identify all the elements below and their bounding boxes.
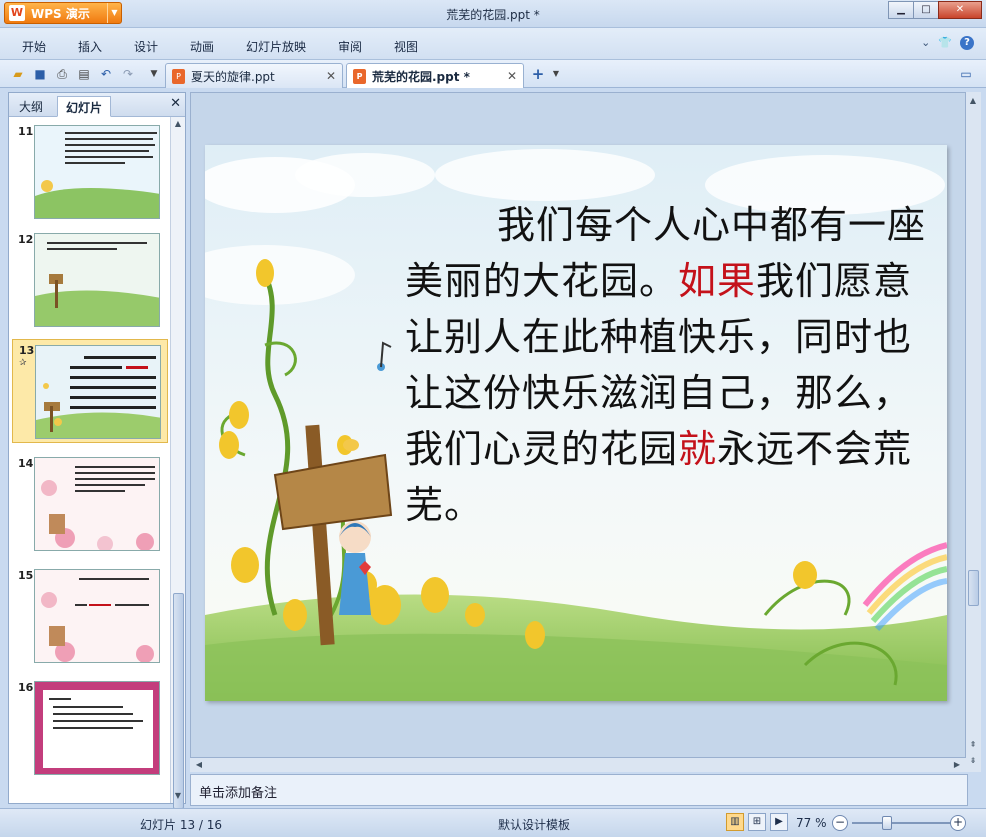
- tab-outline[interactable]: 大纲: [11, 96, 51, 117]
- notes-pane[interactable]: 单击添加备注: [190, 774, 968, 806]
- tab-slides[interactable]: 幻灯片: [57, 96, 112, 117]
- ribbon-collapse-icon[interactable]: ⌄: [921, 36, 930, 50]
- animation-star-icon: ✰: [19, 358, 27, 368]
- slide-sorter-view-icon[interactable]: ⊞: [748, 813, 766, 831]
- menu-slideshow[interactable]: 幻灯片放映: [246, 38, 306, 55]
- design-template-label: 默认设计模板: [498, 818, 571, 832]
- slide-text-highlight: 就: [678, 427, 718, 471]
- help-icon[interactable]: ?: [960, 36, 974, 50]
- close-tab-icon[interactable]: ✕: [507, 69, 517, 83]
- thumbnail-number: 13: [19, 344, 35, 357]
- page-up-icon[interactable]: ⇞: [966, 738, 980, 752]
- thumbnail-image: [34, 233, 160, 327]
- ribbon-menu-bar: 开始 插入 设计 动画 幻灯片放映 审阅 视图 ⌄ 👕 ?: [0, 28, 986, 60]
- page-down-icon[interactable]: ⇟: [966, 754, 980, 768]
- quick-access-toolbar: ▰ ■ ⎙ ▤ ↶ ↷ ▼ P 夏天的旋律.ppt ✕ P 荒芜的花园.ppt …: [0, 60, 986, 88]
- print-preview-icon[interactable]: ▤: [76, 66, 92, 82]
- thumbnail-number: 14: [18, 457, 34, 470]
- zoom-in-icon[interactable]: +: [950, 815, 966, 831]
- scroll-right-icon[interactable]: ▶: [950, 758, 964, 772]
- window-title: 荒芜的花园.ppt *: [446, 8, 540, 22]
- save-icon[interactable]: ■: [32, 66, 48, 82]
- tab-barren-garden[interactable]: P 荒芜的花园.ppt * ✕: [346, 63, 524, 88]
- zoom-slider-handle[interactable]: [882, 816, 892, 830]
- menu-right-tools: ⌄ 👕 ?: [921, 36, 974, 50]
- thumbnail-image: [34, 125, 160, 219]
- ppt-file-icon: P: [172, 68, 185, 84]
- slide-panel: 大纲 幻灯片 ✕ 11 12 13 ✰ 14 15 16 ▲ ▼: [8, 92, 186, 809]
- zoom-level: 77 %: [796, 816, 827, 830]
- tab-label: 荒芜的花园.ppt *: [372, 69, 470, 84]
- scroll-up-icon[interactable]: ▲: [966, 94, 980, 108]
- thumbnail-slide-13[interactable]: 13 ✰: [12, 339, 168, 443]
- scroll-down-icon[interactable]: ▼: [171, 789, 185, 803]
- menu-insert[interactable]: 插入: [78, 38, 102, 55]
- slide-counter: 幻灯片 13 / 16: [140, 818, 223, 832]
- slide-thumbnails: 11 12 13 ✰ 14 15 16: [9, 117, 171, 803]
- status-bar: 幻灯片 13 / 16 默认设计模板 ▥ ⊞ ▶ 77 % − +: [0, 808, 986, 837]
- current-slide[interactable]: 我们每个人心中都有一座美丽的大花园。如果我们愿意让别人在此种植快乐，同时也让这份…: [205, 145, 947, 701]
- thumbnail-slide-11[interactable]: 11: [12, 121, 168, 221]
- thumbnail-number: 11: [18, 125, 34, 138]
- menu-animation[interactable]: 动画: [190, 38, 214, 55]
- thumbnail-image: [35, 345, 161, 439]
- menu-view[interactable]: 视图: [394, 38, 418, 55]
- thumbnail-slide-14[interactable]: 14: [12, 453, 168, 553]
- menu-home[interactable]: 开始: [22, 38, 46, 55]
- skin-shirt-icon[interactable]: 👕: [938, 36, 952, 50]
- notes-placeholder: 单击添加备注: [199, 786, 278, 801]
- redo-icon[interactable]: ↷: [120, 66, 136, 82]
- thumbnail-number: 15: [18, 569, 34, 582]
- thumbnail-image: [34, 681, 160, 775]
- thumbnail-number: 12: [18, 233, 34, 246]
- tab-label: 夏天的旋律.ppt: [191, 69, 275, 84]
- normal-view-icon[interactable]: ▥: [726, 813, 744, 831]
- minimize-button[interactable]: ▁: [888, 1, 914, 19]
- close-button[interactable]: ✕: [938, 1, 982, 19]
- window-controls: ▁ □ ✕: [888, 1, 982, 19]
- tab-summer-melody[interactable]: P 夏天的旋律.ppt ✕: [165, 63, 343, 88]
- thumbnail-image: [34, 457, 160, 551]
- thumbnail-slide-15[interactable]: 15: [12, 565, 168, 665]
- scroll-left-icon[interactable]: ◀: [192, 758, 206, 772]
- window-layout-icon[interactable]: ▭: [958, 66, 974, 82]
- slide-body-text[interactable]: 我们每个人心中都有一座美丽的大花园。如果我们愿意让别人在此种植快乐，同时也让这份…: [405, 197, 927, 533]
- new-tab-plus-icon[interactable]: +: [530, 66, 546, 82]
- ppt-file-icon: P: [353, 68, 366, 84]
- thumbnail-slide-12[interactable]: 12: [12, 229, 168, 329]
- menu-design[interactable]: 设计: [134, 38, 158, 55]
- panel-tabs: 大纲 幻灯片 ✕: [9, 93, 185, 117]
- title-bar: W WPS 演示 ▼ 荒芜的花园.ppt * ▁ □ ✕: [0, 0, 986, 28]
- open-folder-icon[interactable]: ▰: [10, 66, 26, 82]
- close-tab-icon[interactable]: ✕: [326, 69, 336, 83]
- slide-text-highlight: 如果: [678, 259, 757, 303]
- toolbar-dropdown-icon[interactable]: ▼: [146, 66, 162, 82]
- scroll-up-icon[interactable]: ▲: [171, 117, 185, 131]
- undo-icon[interactable]: ↶: [98, 66, 114, 82]
- thumbnail-image: [34, 569, 160, 663]
- thumbnail-slide-16[interactable]: 16: [12, 677, 168, 777]
- slideshow-view-icon[interactable]: ▶: [770, 813, 788, 831]
- canvas-horizontal-scrollbar[interactable]: ◀ ▶: [190, 757, 966, 772]
- print-icon[interactable]: ⎙: [54, 66, 70, 82]
- scroll-thumb[interactable]: [173, 593, 184, 809]
- canvas-vertical-scrollbar[interactable]: ▲ ⇞ ⇟: [965, 92, 981, 772]
- zoom-slider-track[interactable]: [852, 822, 952, 824]
- thumbnail-scrollbar[interactable]: ▲ ▼: [170, 117, 185, 809]
- thumbnail-number: 16: [18, 681, 34, 694]
- zoom-out-icon[interactable]: −: [832, 815, 848, 831]
- menu-review[interactable]: 审阅: [338, 38, 362, 55]
- close-panel-icon[interactable]: ✕: [170, 96, 181, 111]
- new-tab-dropdown-icon[interactable]: ▼: [548, 66, 564, 82]
- maximize-button[interactable]: □: [913, 1, 939, 19]
- scroll-thumb[interactable]: [968, 570, 979, 606]
